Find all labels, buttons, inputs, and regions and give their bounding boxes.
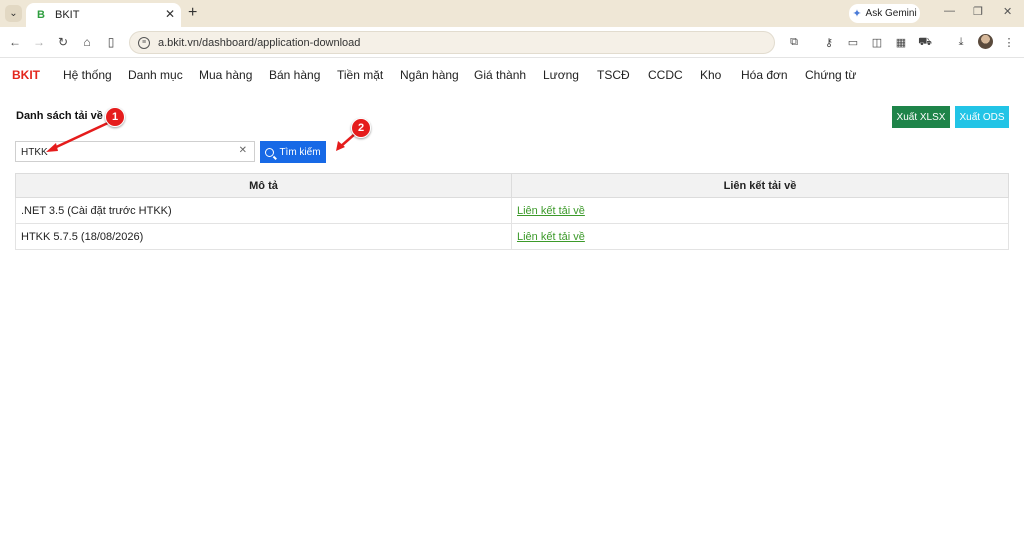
annotation-badge-2: 2 bbox=[351, 118, 371, 138]
annotation-arrows bbox=[46, 120, 357, 152]
annotation-badge-1: 1 bbox=[105, 107, 125, 127]
arrow-1-head bbox=[46, 143, 58, 152]
arrow-1 bbox=[51, 120, 111, 151]
